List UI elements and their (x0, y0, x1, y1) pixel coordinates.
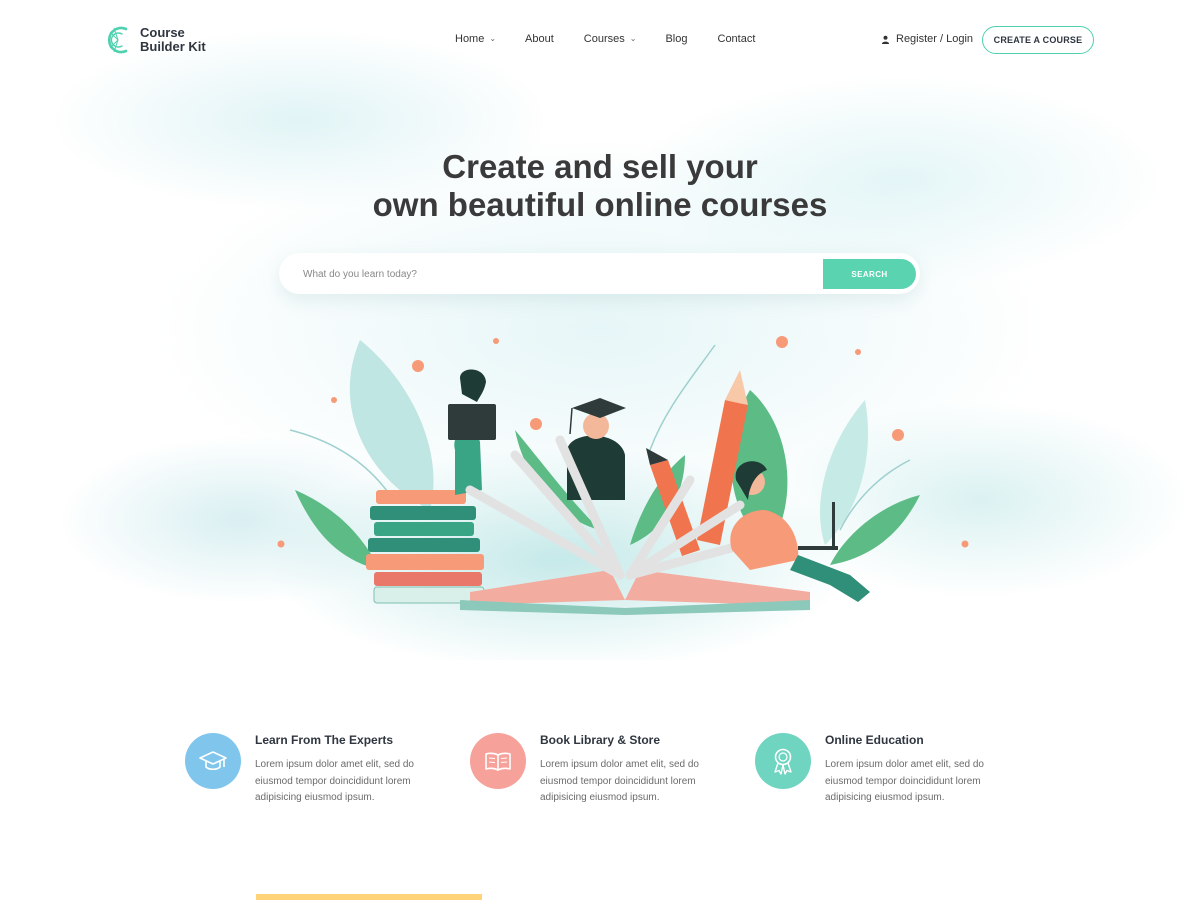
dot (961, 540, 969, 548)
feature-description: Lorem ipsum dolor amet elit, sed do eius… (825, 759, 984, 803)
nav-item-blog[interactable]: Blog (665, 33, 687, 45)
brand-line-2: Builder Kit (140, 39, 206, 54)
figure-book (448, 404, 496, 440)
figure-reading-woman (454, 430, 482, 495)
figure-laptop-woman (730, 510, 799, 570)
dot (493, 338, 499, 344)
nav-item-contact[interactable]: Contact (718, 33, 756, 45)
nav-item-courses[interactable]: Courses ⌄ (584, 33, 637, 45)
section-accent-bar (256, 894, 482, 900)
nav-item-home[interactable]: Home ⌄ (455, 33, 496, 45)
hero-title-line-2: own beautiful online courses (372, 186, 828, 223)
open-book-right (625, 570, 810, 606)
dot (277, 540, 285, 548)
register-login-label: Register / Login (896, 33, 974, 45)
nav-item-label: About (525, 33, 554, 45)
feature-icon-circle (470, 733, 526, 789)
open-book-icon (485, 752, 511, 771)
dot (331, 397, 337, 403)
cap-tassel (569, 407, 573, 435)
graduation-cap-icon (199, 751, 227, 771)
nav-item-about[interactable]: About (525, 33, 554, 45)
stacked-book (374, 522, 474, 536)
chevron-down-icon: ⌄ (629, 33, 637, 43)
open-book-left (470, 570, 625, 605)
feature-icon-circle (755, 733, 811, 789)
brand-line-1: Course (140, 25, 185, 40)
feature-icon-circle (185, 733, 241, 789)
nav-item-label: Home (455, 33, 485, 45)
laptop-shape (832, 502, 835, 548)
branch-center (649, 344, 716, 451)
stacked-book (370, 506, 476, 520)
figure-hair (460, 369, 486, 402)
dot (412, 360, 424, 372)
graduation-cap-shape (572, 398, 626, 418)
stacked-book (374, 572, 482, 586)
register-login-link[interactable]: Register / Login (881, 33, 973, 45)
dot (530, 418, 542, 430)
brand-name: Course Builder Kit (140, 26, 206, 54)
create-course-button[interactable]: CREATE A COURSE (982, 26, 1094, 54)
nav-item-label: Courses (583, 33, 625, 45)
hero-illustration (277, 336, 969, 615)
user-icon (881, 35, 890, 44)
feature-description: Lorem ipsum dolor amet elit, sed do eius… (255, 759, 414, 803)
hero-title-line-1: Create and sell your (442, 148, 758, 185)
search-input[interactable] (303, 264, 803, 284)
logo-mark-icon (107, 26, 128, 54)
stacked-book (376, 490, 466, 504)
stacked-book (366, 554, 484, 570)
brand-logo[interactable]: Course Builder Kit (104, 22, 206, 58)
hero-title: Create and sell your own beautiful onlin… (300, 148, 900, 224)
dot (892, 429, 904, 441)
chevron-down-icon: ⌄ (489, 33, 497, 43)
feature-title: Online Education (825, 733, 924, 747)
search-button[interactable]: SEARCH (823, 259, 916, 289)
dot (776, 336, 788, 348)
laptop-base (798, 546, 838, 550)
pencil-tip (725, 370, 748, 405)
nav-item-label: Contact (717, 33, 756, 45)
search-bar: SEARCH (279, 253, 920, 294)
main-nav: Home ⌄ About Courses ⌄ Blog Contact (455, 33, 755, 45)
feature-title: Learn From The Experts (255, 733, 394, 747)
dot (855, 349, 861, 355)
figure-head (583, 413, 609, 439)
feature-description: Lorem ipsum dolor amet elit, sed do eius… (540, 759, 699, 803)
feature-title: Book Library & Store (540, 733, 661, 747)
nav-item-label: Blog (665, 33, 688, 45)
stacked-book (368, 538, 480, 552)
award-badge-icon (774, 748, 792, 775)
